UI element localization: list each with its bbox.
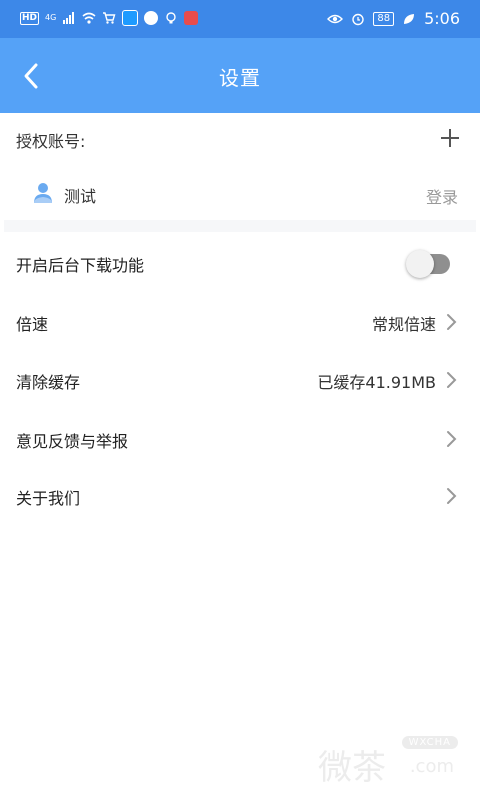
watermark-suffix: .com xyxy=(409,756,454,777)
clear-cache-label: 清除缓存 xyxy=(16,373,81,392)
speed-value: 常规倍速 xyxy=(371,315,436,334)
wifi-icon xyxy=(82,12,96,24)
page-title: 设置 xyxy=(219,66,261,90)
signal-icon xyxy=(63,12,75,24)
chevron-right-icon xyxy=(447,431,457,447)
red-app-icon xyxy=(184,11,199,25)
toggle-knob xyxy=(406,250,434,278)
search-app-icon xyxy=(122,10,139,26)
chevron-right-icon xyxy=(447,372,457,388)
status-bar-left: HD 4G xyxy=(20,10,199,26)
background-download-label: 开启后台下载功能 xyxy=(16,256,145,275)
network-type: 4G xyxy=(45,13,57,22)
plus-icon[interactable] xyxy=(440,128,460,148)
setting-clear-cache[interactable]: 清除缓存 已缓存41.91MB xyxy=(0,355,480,405)
hd-badge: HD xyxy=(20,11,40,25)
setting-background-download: 开启后台下载功能 xyxy=(0,238,480,288)
battery-indicator: 88 xyxy=(373,11,395,26)
speed-label: 倍速 xyxy=(16,315,49,334)
setting-speed[interactable]: 倍速 常规倍速 xyxy=(0,297,480,347)
alarm-icon xyxy=(352,13,365,25)
chat-app-icon xyxy=(144,11,159,25)
watermark-main: 微茶 xyxy=(318,748,386,788)
cart-app-icon xyxy=(103,12,116,24)
leaf-icon xyxy=(404,13,415,24)
account-name: 测试 xyxy=(64,187,97,206)
chevron-right-icon xyxy=(447,488,457,504)
bulb-app-icon xyxy=(166,12,177,24)
login-link[interactable]: 登录 xyxy=(426,184,458,208)
status-bar: HD 4G 88 5:06 xyxy=(0,0,480,38)
section-divider xyxy=(4,220,476,232)
eye-icon xyxy=(327,14,344,23)
user-icon xyxy=(34,183,52,203)
cache-size-value: 已缓存41.91MB xyxy=(317,373,436,392)
status-bar-right: 88 5:06 xyxy=(327,9,460,28)
app-header: 设置 xyxy=(0,38,480,113)
setting-feedback[interactable]: 意见反馈与举报 xyxy=(0,414,480,464)
background-download-toggle[interactable] xyxy=(406,250,450,278)
clock-time: 5:06 xyxy=(424,9,460,28)
auth-account-label: 授权账号: xyxy=(16,132,86,151)
about-label: 关于我们 xyxy=(16,489,81,508)
watermark-badge: WXCHA xyxy=(401,736,458,749)
account-row: 测试 登录 xyxy=(0,172,480,218)
watermark: 微茶 WXCHA .com xyxy=(318,734,458,788)
feedback-label: 意见反馈与举报 xyxy=(16,432,129,451)
chevron-right-icon xyxy=(447,314,457,330)
setting-about[interactable]: 关于我们 xyxy=(0,471,480,521)
